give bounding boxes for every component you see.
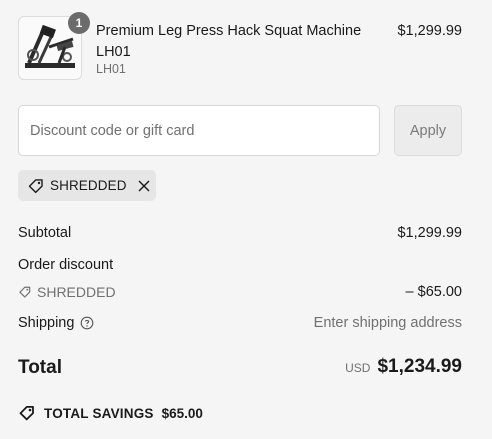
close-icon[interactable]	[137, 179, 151, 193]
discount-code-label: SHREDDED	[37, 284, 116, 300]
shipping-row: Shipping Enter shipping address	[18, 315, 462, 331]
help-circle-icon[interactable]	[80, 316, 94, 330]
total-savings: TOTAL SAVINGS $65.00	[18, 404, 203, 422]
total-amount-group: USD $1,234.99	[345, 356, 462, 378]
subtotal-row: Subtotal $1,299.99	[18, 225, 462, 241]
applied-code-label: SHREDDED	[50, 178, 127, 193]
product-name: Premium Leg Press Hack Squat Machine LH0…	[96, 23, 362, 60]
order-discount-label: Order discount	[18, 257, 114, 273]
tag-icon	[28, 178, 43, 193]
savings-amount: $65.00	[161, 405, 203, 421]
apply-button[interactable]: Apply	[394, 105, 462, 156]
savings-label: TOTAL SAVINGS	[44, 405, 154, 421]
subtotal-value: $1,299.99	[397, 225, 462, 241]
subtotal-label: Subtotal	[18, 225, 72, 241]
applied-discount-chip: SHREDDED	[18, 170, 156, 201]
product-variant: LH01	[96, 62, 126, 76]
shipping-value: Enter shipping address	[313, 315, 462, 331]
discount-value: – $65.00	[405, 284, 462, 300]
order-discount-row: Order discount	[18, 257, 462, 273]
tag-icon	[19, 406, 34, 421]
shipping-label: Shipping	[18, 315, 75, 331]
quantity-badge: 1	[68, 12, 90, 34]
total-amount: $1,234.99	[377, 356, 462, 377]
total-label: Total	[18, 357, 62, 378]
product-line-item: 1 Premium Leg Press Hack Squat Machine L…	[18, 12, 462, 82]
tag-icon	[19, 286, 31, 298]
discount-code-row: SHREDDED – $65.00	[18, 284, 462, 300]
product-price: $1,299.99	[397, 23, 462, 39]
currency-code: USD	[345, 361, 371, 375]
discount-code-input[interactable]	[18, 105, 380, 156]
product-thumbnail: 1	[18, 12, 90, 80]
order-summary: 1 Premium Leg Press Hack Squat Machine L…	[0, 0, 492, 439]
